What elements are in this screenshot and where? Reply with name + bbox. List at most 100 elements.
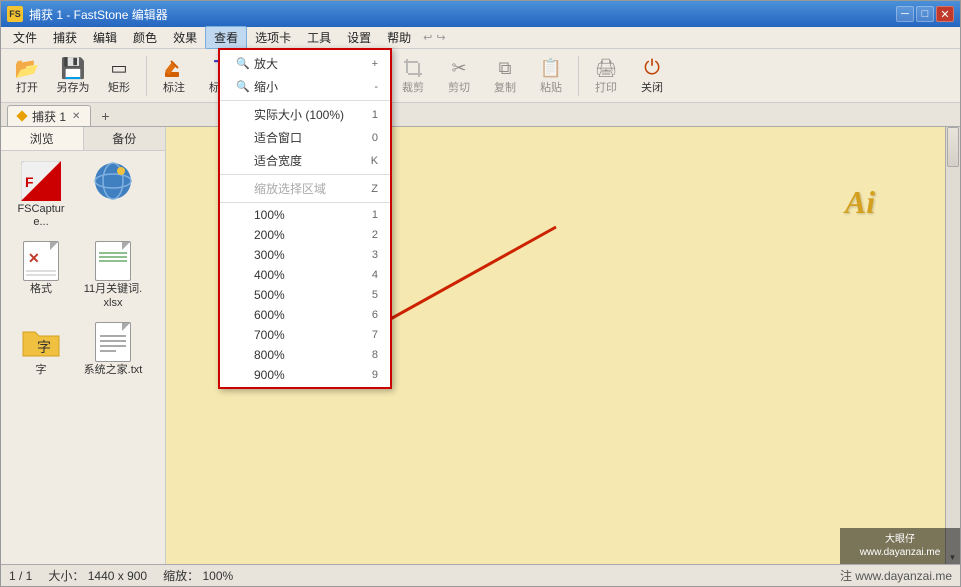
cut-button[interactable]: ✂ 剪切 <box>437 52 481 100</box>
paste-label: 粘贴 <box>540 82 562 94</box>
dropdown-section-percents: 100% 1 200% 2 300% 3 400% 4 <box>220 203 390 387</box>
excel-x-icon: ✕ <box>21 241 61 281</box>
print-icon: 🖨 <box>594 56 618 80</box>
sidebar: 浏览 备份 F FSCapture... <box>1 127 166 564</box>
dropdown-item-700[interactable]: 700% 7 <box>220 325 390 345</box>
menu-help[interactable]: 帮助 <box>379 27 419 48</box>
sidebar-tab-browse[interactable]: 浏览 <box>1 127 84 150</box>
svg-text:F: F <box>25 174 34 190</box>
tab-label: 捕获 1 <box>32 108 66 125</box>
dropdown-item-zoom-area: 缩放选择区域 Z <box>220 177 390 200</box>
tabbar: 捕获 1 ✕ + <box>1 103 960 127</box>
crop-button[interactable]: 裁剪 <box>391 52 435 100</box>
watermark-text: 大眼仔 www.dayanzai.me <box>860 533 941 559</box>
tab-diamond-icon <box>16 110 27 121</box>
open-button[interactable]: 📂 打开 <box>5 52 49 100</box>
sidebar-item-excel-x[interactable]: ✕ 格式 <box>7 237 75 313</box>
window-title: 捕获 1 - FastStone 编辑器 <box>29 6 896 23</box>
menu-file[interactable]: 文件 <box>5 27 45 48</box>
paste-button[interactable]: 📋 粘贴 <box>529 52 573 100</box>
tab-capture1[interactable]: 捕获 1 ✕ <box>7 105 91 126</box>
view-dropdown-menu: 🔍 放大 + 🔍 缩小 - 实际大小 (100%) 1 <box>218 127 392 389</box>
dropdown-item-400[interactable]: 400% 4 <box>220 265 390 285</box>
minimize-button[interactable]: ─ <box>896 6 914 22</box>
dropdown-item-800[interactable]: 800% 8 <box>220 345 390 365</box>
menu-color[interactable]: 颜色 <box>125 27 165 48</box>
sidebar-item-excel[interactable]: 11月关键词.xlsx <box>79 237 147 313</box>
cut-icon: ✂ <box>447 56 471 80</box>
sidebar-item-globe[interactable] <box>79 157 147 233</box>
dropdown-item-600[interactable]: 600% 6 <box>220 305 390 325</box>
open-label: 打开 <box>16 82 38 94</box>
menu-tool[interactable]: 工具 <box>299 27 339 48</box>
sidebar-content: F FSCapture... <box>1 151 165 564</box>
sidebar-item-fscapture[interactable]: F FSCapture... <box>7 157 75 233</box>
redo-icon[interactable]: ↪ <box>436 31 445 44</box>
menubar: 文件 捕获 编辑 颜色 效果 查看 选项卡 工具 设置 帮助 ↩ ↪ <box>1 27 960 49</box>
dropdown-item-fit-width[interactable]: 适合宽度 K <box>220 149 390 172</box>
dropdown-section-zoom-area: 缩放选择区域 Z <box>220 175 390 203</box>
copy-icon: ⧉ <box>493 56 517 80</box>
dropdown-item-200[interactable]: 200% 2 <box>220 225 390 245</box>
sidebar-tab-backup[interactable]: 备份 <box>84 127 166 150</box>
sidebar-tab-bar: 浏览 备份 <box>1 127 165 151</box>
window-controls: ─ □ ✕ <box>896 6 954 22</box>
menu-capture[interactable]: 捕获 <box>45 27 85 48</box>
toolbar-sep-3 <box>578 56 579 96</box>
restore-button[interactable]: □ <box>916 6 934 22</box>
rect-icon: ▭ <box>107 56 131 80</box>
saveas-button[interactable]: 💾 另存为 <box>51 52 95 100</box>
print-button[interactable]: 🖨 打印 <box>584 52 628 100</box>
close-window-button[interactable]: ✕ <box>936 6 954 22</box>
open-icon: 📂 <box>15 56 39 80</box>
vertical-scrollbar[interactable]: ▲ ▼ <box>945 127 960 564</box>
copy-label: 复制 <box>494 82 516 94</box>
paste-icon: 📋 <box>539 56 563 80</box>
dropdown-item-500[interactable]: 500% 5 <box>220 285 390 305</box>
cut-label: 剪切 <box>448 82 470 94</box>
menu-edit[interactable]: 编辑 <box>85 27 125 48</box>
close-img-button[interactable]: ⏻ 关闭 <box>630 52 674 100</box>
sidebar-item-folder[interactable]: 字 字 <box>7 318 75 381</box>
zoom-indicator: 缩放： 100% <box>163 567 233 584</box>
tab-close-button[interactable]: ✕ <box>72 111 80 122</box>
close-img-label: 关闭 <box>641 82 663 94</box>
annotate-label: 标注 <box>163 82 185 94</box>
txt-label: 系统之家.txt <box>84 364 143 377</box>
save-icon: 💾 <box>61 56 85 80</box>
fscapture-label: FSCapture... <box>11 203 71 229</box>
statusbar: 1 / 1 大小： 1440 x 900 缩放： 100% 注 www.daya… <box>1 564 960 586</box>
menu-view[interactable]: 查看 <box>205 26 247 49</box>
copy-button[interactable]: ⧉ 复制 <box>483 52 527 100</box>
undo-icon[interactable]: ↩ <box>423 31 432 44</box>
dropdown-item-100[interactable]: 100% 1 <box>220 205 390 225</box>
crop-icon <box>401 56 425 80</box>
menu-tab[interactable]: 选项卡 <box>247 27 299 48</box>
dropdown-item-300[interactable]: 300% 3 <box>220 245 390 265</box>
menu-settings[interactable]: 设置 <box>339 27 379 48</box>
rect-button[interactable]: ▭ 矩形 <box>97 52 141 100</box>
app-icon: FS <box>7 6 23 22</box>
tab-add-button[interactable]: + <box>95 106 115 126</box>
scrollbar-thumb[interactable] <box>947 127 959 167</box>
main-window: FS 捕获 1 - FastStone 编辑器 ─ □ ✕ 文件 捕获 编辑 颜… <box>0 0 961 587</box>
menu-effect[interactable]: 效果 <box>165 27 205 48</box>
dropdown-item-fit-window[interactable]: 适合窗口 0 <box>220 127 390 149</box>
folder-label: 字 <box>36 364 47 377</box>
titlebar: FS 捕获 1 - FastStone 编辑器 ─ □ ✕ <box>1 1 960 27</box>
dropdown-section-fit: 实际大小 (100%) 1 适合窗口 0 适合宽度 K <box>220 127 390 175</box>
crop-label: 裁剪 <box>402 82 424 94</box>
annotate-icon <box>162 56 186 80</box>
toolbar-sep-1 <box>146 56 147 96</box>
print-label: 打印 <box>595 82 617 94</box>
excel-icon <box>93 241 133 281</box>
body-area: 浏览 备份 F FSCapture... <box>1 127 960 564</box>
globe-icon <box>93 161 133 201</box>
txt-icon <box>93 322 133 362</box>
watermark: 大眼仔 www.dayanzai.me <box>840 528 960 564</box>
sidebar-item-txt[interactable]: 系统之家.txt <box>79 318 147 381</box>
rect-label: 矩形 <box>108 82 130 94</box>
annotate-button[interactable]: 标注 <box>152 52 196 100</box>
excel-x-label: 格式 <box>30 283 52 296</box>
dropdown-item-900[interactable]: 900% 9 <box>220 365 390 385</box>
